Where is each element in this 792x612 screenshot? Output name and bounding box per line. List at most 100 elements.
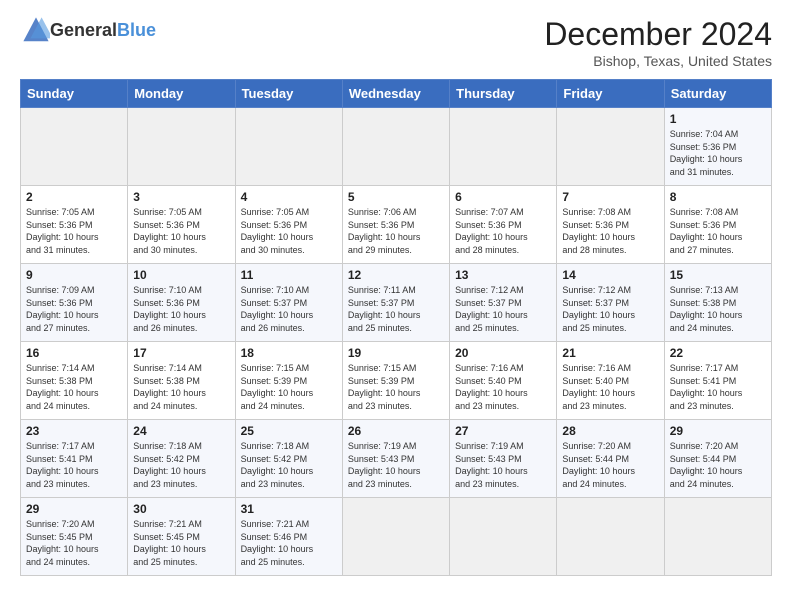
calendar-cell xyxy=(557,498,664,576)
table-row: 23Sunrise: 7:17 AM Sunset: 5:41 PM Dayli… xyxy=(21,420,772,498)
calendar-cell: 16Sunrise: 7:14 AM Sunset: 5:38 PM Dayli… xyxy=(21,342,128,420)
day-info: Sunrise: 7:17 AM Sunset: 5:41 PM Dayligh… xyxy=(26,440,122,490)
calendar-cell: 19Sunrise: 7:15 AM Sunset: 5:39 PM Dayli… xyxy=(342,342,449,420)
calendar-cell: 11 Sunrise: 7:10 AM Sunset: 5:37 PM Dayli… xyxy=(235,264,342,342)
calendar-cell: 5 Sunrise: 7:06 AM Sunset: 5:36 PM Daylig… xyxy=(342,186,449,264)
day-number: 10 xyxy=(133,268,229,282)
calendar-cell: 1Sunrise: 7:04 AM Sunset: 5:36 PM Daylig… xyxy=(664,108,771,186)
calendar-table: Sunday Monday Tuesday Wednesday Thursday… xyxy=(20,79,772,576)
calendar-cell: 25 Sunrise: 7:18 AM Sunset: 5:42 PM Dayli… xyxy=(235,420,342,498)
col-sunday: Sunday xyxy=(21,80,128,108)
calendar-body: 1Sunrise: 7:04 AM Sunset: 5:36 PM Daylig… xyxy=(21,108,772,576)
day-info: Sunrise: 7:05 AM Sunset: 5:36 PM Dayligh… xyxy=(26,206,122,256)
day-info: Sunrise: 7:06 AM Sunset: 5:36 PM Dayligh… xyxy=(348,206,444,256)
table-row: 16Sunrise: 7:14 AM Sunset: 5:38 PM Dayli… xyxy=(21,342,772,420)
day-number: 3 xyxy=(133,190,229,204)
calendar-cell: 3Sunrise: 7:05 AM Sunset: 5:36 PM Daylig… xyxy=(128,186,235,264)
day-info: Sunrise: 7:08 AM Sunset: 5:36 PM Dayligh… xyxy=(670,206,766,256)
day-number: 12 xyxy=(348,268,444,282)
calendar-cell: 18Sunrise: 7:15 AM Sunset: 5:39 PM Dayli… xyxy=(235,342,342,420)
calendar-cell: 24 Sunrise: 7:18 AM Sunset: 5:42 PM Dayli… xyxy=(128,420,235,498)
day-info: Sunrise: 7:19 AM Sunset: 5:43 PM Dayligh… xyxy=(455,440,551,490)
calendar-cell: 28Sunrise: 7:20 AM Sunset: 5:44 PM Dayli… xyxy=(557,420,664,498)
day-info: Sunrise: 7:12 AM Sunset: 5:37 PM Dayligh… xyxy=(455,284,551,334)
day-number: 4 xyxy=(241,190,337,204)
day-info: Sunrise: 7:10 AM Sunset: 5:36 PM Dayligh… xyxy=(133,284,229,334)
day-info: Sunrise: 7:07 AM Sunset: 5:36 PM Dayligh… xyxy=(455,206,551,256)
day-info: Sunrise: 7:09 AM Sunset: 5:36 PM Dayligh… xyxy=(26,284,122,334)
day-info: Sunrise: 7:21 AM Sunset: 5:45 PM Dayligh… xyxy=(133,518,229,568)
calendar-cell xyxy=(342,108,449,186)
day-number: 6 xyxy=(455,190,551,204)
calendar-cell: 30 Sunrise: 7:21 AM Sunset: 5:45 PM Dayli… xyxy=(128,498,235,576)
month-title: December 2024 xyxy=(544,16,772,53)
calendar-cell: 23Sunrise: 7:17 AM Sunset: 5:41 PM Dayli… xyxy=(21,420,128,498)
header-row: Sunday Monday Tuesday Wednesday Thursday… xyxy=(21,80,772,108)
day-number: 24 xyxy=(133,424,229,438)
calendar-cell: 10 Sunrise: 7:10 AM Sunset: 5:36 PM Dayli… xyxy=(128,264,235,342)
day-number: 26 xyxy=(348,424,444,438)
day-number: 17 xyxy=(133,346,229,360)
col-friday: Friday xyxy=(557,80,664,108)
day-info: Sunrise: 7:10 AM Sunset: 5:37 PM Dayligh… xyxy=(241,284,337,334)
col-tuesday: Tuesday xyxy=(235,80,342,108)
header: GeneralBlue December 2024 Bishop, Texas,… xyxy=(20,16,772,69)
calendar-cell: 27 Sunrise: 7:19 AM Sunset: 5:43 PM Dayli… xyxy=(450,420,557,498)
day-number: 21 xyxy=(562,346,658,360)
calendar-cell xyxy=(450,498,557,576)
day-number: 31 xyxy=(241,502,337,516)
calendar-cell: 21 Sunrise: 7:16 AM Sunset: 5:40 PM Dayli… xyxy=(557,342,664,420)
calendar-cell: 2 Sunrise: 7:05 AM Sunset: 5:36 PM Daylig… xyxy=(21,186,128,264)
day-info: Sunrise: 7:17 AM Sunset: 5:41 PM Dayligh… xyxy=(670,362,766,412)
day-number: 25 xyxy=(241,424,337,438)
logo: GeneralBlue xyxy=(20,16,156,44)
day-number: 28 xyxy=(562,424,658,438)
day-info: Sunrise: 7:18 AM Sunset: 5:42 PM Dayligh… xyxy=(133,440,229,490)
calendar-cell: 26 Sunrise: 7:19 AM Sunset: 5:43 PM Dayli… xyxy=(342,420,449,498)
title-area: December 2024 Bishop, Texas, United Stat… xyxy=(544,16,772,69)
day-number: 29 xyxy=(670,424,766,438)
day-number: 2 xyxy=(26,190,122,204)
day-info: Sunrise: 7:12 AM Sunset: 5:37 PM Dayligh… xyxy=(562,284,658,334)
day-info: Sunrise: 7:16 AM Sunset: 5:40 PM Dayligh… xyxy=(562,362,658,412)
col-thursday: Thursday xyxy=(450,80,557,108)
location: Bishop, Texas, United States xyxy=(544,53,772,69)
calendar-cell: 20Sunrise: 7:16 AM Sunset: 5:40 PM Dayli… xyxy=(450,342,557,420)
calendar-cell: 4Sunrise: 7:05 AM Sunset: 5:36 PM Daylig… xyxy=(235,186,342,264)
calendar-cell: 8Sunrise: 7:08 AM Sunset: 5:36 PM Daylig… xyxy=(664,186,771,264)
col-monday: Monday xyxy=(128,80,235,108)
calendar-cell: 9Sunrise: 7:09 AM Sunset: 5:36 PM Daylig… xyxy=(21,264,128,342)
table-row: 1Sunrise: 7:04 AM Sunset: 5:36 PM Daylig… xyxy=(21,108,772,186)
calendar-cell: 29Sunrise: 7:20 AM Sunset: 5:45 PM Dayli… xyxy=(21,498,128,576)
page: GeneralBlue December 2024 Bishop, Texas,… xyxy=(0,0,792,586)
calendar-cell xyxy=(21,108,128,186)
table-row: 2 Sunrise: 7:05 AM Sunset: 5:36 PM Daylig… xyxy=(21,186,772,264)
calendar-cell xyxy=(128,108,235,186)
day-info: Sunrise: 7:20 AM Sunset: 5:45 PM Dayligh… xyxy=(26,518,122,568)
day-info: Sunrise: 7:13 AM Sunset: 5:38 PM Dayligh… xyxy=(670,284,766,334)
day-info: Sunrise: 7:19 AM Sunset: 5:43 PM Dayligh… xyxy=(348,440,444,490)
day-number: 15 xyxy=(670,268,766,282)
day-number: 7 xyxy=(562,190,658,204)
table-row: 9Sunrise: 7:09 AM Sunset: 5:36 PM Daylig… xyxy=(21,264,772,342)
day-info: Sunrise: 7:21 AM Sunset: 5:46 PM Dayligh… xyxy=(241,518,337,568)
calendar-cell: 12 Sunrise: 7:11 AM Sunset: 5:37 PM Dayli… xyxy=(342,264,449,342)
day-info: Sunrise: 7:18 AM Sunset: 5:42 PM Dayligh… xyxy=(241,440,337,490)
calendar-cell: 29Sunrise: 7:20 AM Sunset: 5:44 PM Dayli… xyxy=(664,420,771,498)
calendar-cell xyxy=(557,108,664,186)
col-wednesday: Wednesday xyxy=(342,80,449,108)
day-info: Sunrise: 7:11 AM Sunset: 5:37 PM Dayligh… xyxy=(348,284,444,334)
logo-icon xyxy=(22,16,50,44)
logo-blue: Blue xyxy=(117,20,156,40)
day-number: 11 xyxy=(241,268,337,282)
calendar-cell: 14Sunrise: 7:12 AM Sunset: 5:37 PM Dayli… xyxy=(557,264,664,342)
day-number: 13 xyxy=(455,268,551,282)
day-info: Sunrise: 7:04 AM Sunset: 5:36 PM Dayligh… xyxy=(670,128,766,178)
day-number: 5 xyxy=(348,190,444,204)
calendar-cell: 31 Sunrise: 7:21 AM Sunset: 5:46 PM Dayli… xyxy=(235,498,342,576)
calendar-cell xyxy=(235,108,342,186)
day-number: 30 xyxy=(133,502,229,516)
calendar-cell: 17Sunrise: 7:14 AM Sunset: 5:38 PM Dayli… xyxy=(128,342,235,420)
day-number: 27 xyxy=(455,424,551,438)
day-number: 22 xyxy=(670,346,766,360)
